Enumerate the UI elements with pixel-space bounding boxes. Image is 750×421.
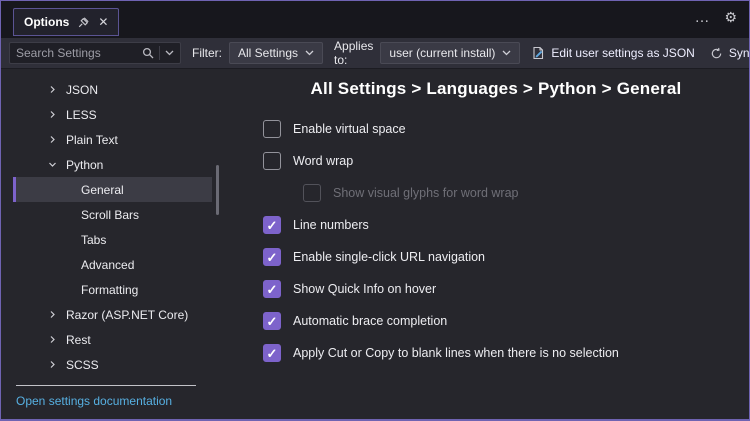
sidebar-item-scroll-bars[interactable]: Scroll Bars — [16, 202, 212, 227]
tree-item-label: Formatting — [81, 282, 139, 297]
sidebar-item-advanced[interactable]: Advanced — [16, 252, 212, 277]
setting-label: Line numbers — [293, 218, 369, 232]
titlebar-actions: … ⚙ — [694, 9, 737, 26]
chevron-down-icon[interactable] — [44, 160, 60, 169]
settings-sidebar: JSON LESS Plain Text Python General Scro… — [1, 69, 225, 419]
setting-row: Apply Cut or Copy to blank lines when th… — [263, 337, 729, 369]
pin-icon[interactable] — [77, 16, 90, 29]
setting-row: Enable single-click URL navigation — [263, 241, 729, 273]
chevron-right-icon[interactable] — [44, 360, 60, 369]
sync-button[interactable]: Sync — [706, 44, 750, 62]
checkbox-line-numbers[interactable] — [263, 216, 281, 234]
setting-row: Show Quick Info on hover — [263, 273, 729, 305]
checkbox-automatic-brace-completion[interactable] — [263, 312, 281, 330]
setting-label: Enable single-click URL navigation — [293, 250, 485, 264]
filter-dropdown[interactable]: All Settings — [229, 42, 324, 64]
window-title: Options — [24, 15, 70, 29]
tree-item-label: Scroll Bars — [81, 207, 140, 222]
search-box[interactable] — [9, 42, 181, 64]
filter-value: All Settings — [238, 46, 299, 60]
titlebar: Options ✕ … ⚙ — [1, 1, 749, 38]
setting-label: Word wrap — [293, 154, 354, 168]
dialog-body: JSON LESS Plain Text Python General Scro… — [1, 69, 749, 419]
tree-item-label: JSON — [66, 82, 99, 97]
tree-item-label: Python — [66, 157, 104, 172]
setting-label: Show Quick Info on hover — [293, 282, 437, 296]
settings-panel: All Settings > Languages > Python > Gene… — [225, 69, 749, 419]
tree-item-label: Tabs — [81, 232, 107, 247]
options-window: Options ✕ … ⚙ Search Settings Filter: Al… — [0, 0, 750, 421]
sidebar-item-razor[interactable]: Razor (ASP.NET Core) — [16, 302, 212, 327]
chevron-down-icon — [305, 50, 314, 56]
edit-json-icon — [531, 46, 545, 60]
setting-label: Enable virtual space — [293, 122, 406, 136]
more-options-icon[interactable]: … — [694, 9, 710, 26]
search-input[interactable] — [16, 46, 137, 60]
chevron-right-icon[interactable] — [44, 85, 60, 94]
applies-to-label: Applies to: — [334, 39, 374, 67]
checkbox-single-click-url[interactable] — [263, 248, 281, 266]
chevron-down-icon — [502, 50, 511, 56]
settings-tree: JSON LESS Plain Text Python General Scro… — [13, 77, 212, 377]
checkbox-show-visual-glyphs — [303, 184, 321, 202]
setting-label: Automatic brace completion — [293, 314, 448, 328]
tree-item-label: LESS — [66, 107, 97, 122]
open-settings-documentation-link[interactable]: Open settings documentation — [16, 394, 172, 408]
setting-label: Show visual glyphs for word wrap — [333, 186, 519, 200]
tree-item-label: Rest — [66, 332, 91, 347]
sidebar-item-general[interactable]: General — [13, 177, 212, 202]
applies-to-value: user (current install) — [389, 46, 496, 60]
setting-row: Show visual glyphs for word wrap — [303, 177, 729, 209]
tree-item-label: Advanced — [81, 257, 135, 272]
tree-item-label: Plain Text — [66, 132, 118, 147]
setting-label: Apply Cut or Copy to blank lines when th… — [293, 346, 619, 360]
checkbox-quick-info-hover[interactable] — [263, 280, 281, 298]
search-icon[interactable] — [142, 47, 154, 59]
sidebar-item-less[interactable]: LESS — [16, 102, 212, 127]
tree-item-label: SCSS — [66, 357, 99, 372]
sync-icon — [710, 47, 723, 60]
checkbox-apply-cut-copy-blank-lines[interactable] — [263, 344, 281, 362]
applies-to-dropdown[interactable]: user (current install) — [380, 42, 521, 64]
divider — [16, 385, 196, 386]
sidebar-item-python[interactable]: Python — [16, 152, 212, 177]
chevron-right-icon[interactable] — [44, 310, 60, 319]
chevron-right-icon[interactable] — [44, 135, 60, 144]
setting-row: Line numbers — [263, 209, 729, 241]
chevron-right-icon[interactable] — [44, 110, 60, 119]
sidebar-item-json[interactable]: JSON — [16, 77, 212, 102]
filter-label: Filter: — [192, 46, 222, 60]
divider — [159, 46, 160, 60]
sidebar-item-rest[interactable]: Rest — [16, 327, 212, 352]
sidebar-item-formatting[interactable]: Formatting — [16, 277, 212, 302]
gear-icon[interactable]: ⚙ — [724, 9, 737, 26]
sidebar-scrollbar[interactable] — [216, 165, 219, 215]
setting-row: Enable virtual space — [263, 113, 729, 145]
setting-row: Automatic brace completion — [263, 305, 729, 337]
search-chevron-down-icon[interactable] — [165, 50, 174, 56]
close-icon[interactable]: ✕ — [98, 16, 108, 28]
edit-json-label: Edit user settings as JSON — [551, 46, 695, 60]
sidebar-item-scss[interactable]: SCSS — [16, 352, 212, 377]
breadcrumb: All Settings > Languages > Python > Gene… — [310, 79, 682, 98]
checkbox-word-wrap[interactable] — [263, 152, 281, 170]
sidebar-item-tabs[interactable]: Tabs — [16, 227, 212, 252]
sidebar-item-plain-text[interactable]: Plain Text — [16, 127, 212, 152]
edit-json-button[interactable]: Edit user settings as JSON — [527, 44, 698, 62]
tree-item-label: Razor (ASP.NET Core) — [66, 307, 189, 322]
settings-toolbar: Filter: All Settings Applies to: user (c… — [1, 38, 749, 69]
sync-label: Sync — [728, 46, 750, 60]
setting-row: Word wrap — [263, 145, 729, 177]
tree-item-label: General — [81, 182, 124, 197]
checkbox-enable-virtual-space[interactable] — [263, 120, 281, 138]
tab-options[interactable]: Options ✕ — [13, 8, 120, 36]
chevron-right-icon[interactable] — [44, 335, 60, 344]
